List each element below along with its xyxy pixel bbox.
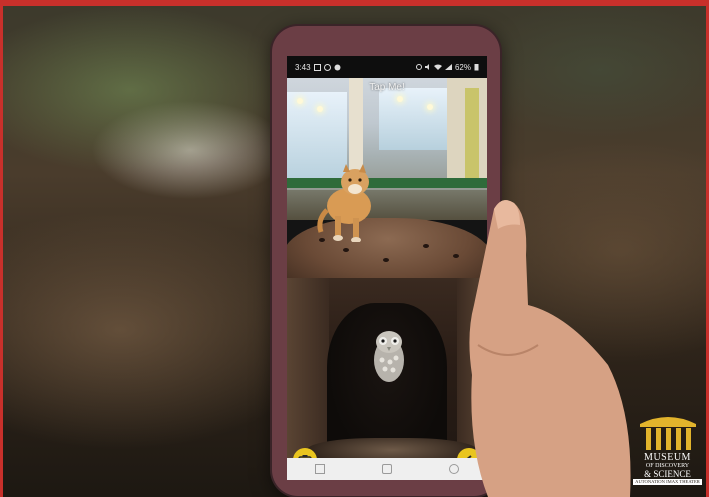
- ar-cougar[interactable]: [315, 160, 385, 242]
- status-bar: 3:43 62%: [287, 56, 487, 78]
- wifi-icon: [433, 64, 442, 70]
- android-nav-bar: [287, 458, 487, 480]
- logo-text-science: & SCIENCE: [644, 469, 691, 479]
- hand-holding-phone: [469, 200, 631, 497]
- logo-text-imax: AUTONATION IMAX THEATER: [633, 479, 702, 485]
- rock-hole: [383, 258, 389, 262]
- rock-hole: [423, 244, 429, 248]
- recents-icon[interactable]: [315, 464, 326, 474]
- whatsapp-icon: [334, 64, 341, 70]
- museum-columns-icon: [639, 417, 696, 450]
- signal-icon: [444, 64, 452, 70]
- alarm-icon: [415, 64, 422, 70]
- status-right: 62%: [415, 62, 479, 72]
- mute-icon: [424, 64, 429, 70]
- exhibit-yellow: [465, 88, 479, 178]
- battery-icon: [474, 64, 479, 71]
- rock-hole: [343, 248, 349, 252]
- phone-screen: 3:43 62% Tap Me!: [287, 56, 487, 480]
- status-left: 3:43: [295, 63, 341, 72]
- home-icon[interactable]: [381, 464, 392, 474]
- ceiling-light: [297, 98, 303, 104]
- chat-icon: [323, 63, 331, 71]
- ceiling-light: [427, 104, 433, 110]
- museum-window-right: [379, 88, 449, 150]
- ceiling-light: [397, 96, 403, 102]
- museum-logo: MUSEUM OF DISCOVERY & SCIENCE AUTONATION…: [626, 414, 709, 497]
- image-icon: [313, 63, 321, 71]
- ar-owl[interactable]: [371, 328, 407, 384]
- ar-camera-view[interactable]: Tap Me!: [287, 78, 487, 480]
- ceiling-light: [317, 106, 323, 112]
- logo-text-museum: MUSEUM: [644, 452, 691, 463]
- battery-level: 62%: [454, 62, 471, 72]
- status-time: 3:43: [295, 62, 311, 72]
- app-title[interactable]: Tap Me!: [287, 82, 487, 93]
